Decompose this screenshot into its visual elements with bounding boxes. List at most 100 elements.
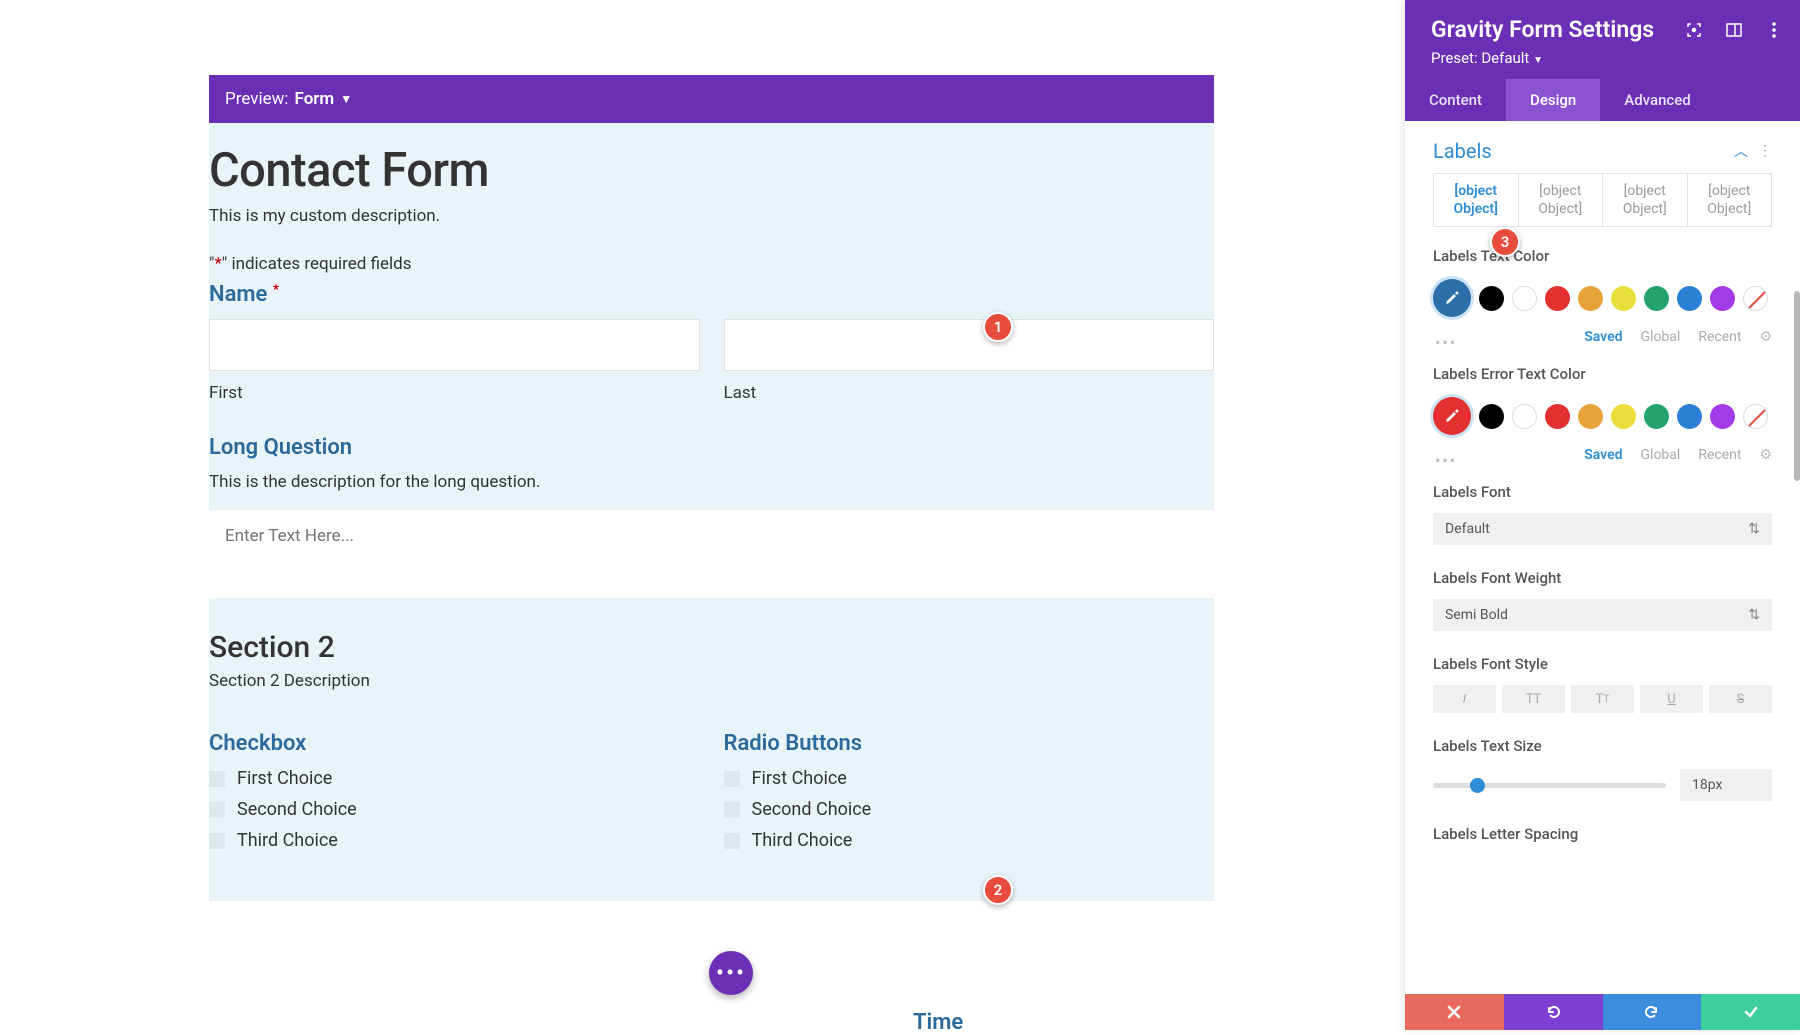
select-caret-icon: ⇅ bbox=[1748, 521, 1760, 537]
radio-item[interactable]: First Choice bbox=[724, 768, 1215, 789]
section-2-title: Section 2 bbox=[209, 630, 1214, 665]
panel-header: Gravity Form Settings Preset: Default ▼ bbox=[1405, 0, 1800, 79]
scrollbar-thumb[interactable] bbox=[1794, 291, 1800, 481]
color-swatch-green[interactable] bbox=[1644, 404, 1669, 429]
color-swatch-purple[interactable] bbox=[1710, 286, 1735, 311]
kebab-menu-icon[interactable]: ⋮ bbox=[1758, 143, 1772, 159]
tab-design[interactable]: Design bbox=[1506, 79, 1600, 121]
size-value[interactable]: 18px bbox=[1680, 769, 1772, 801]
device-tabs: [object Object] [object Object] [object … bbox=[1433, 173, 1772, 227]
save-button[interactable] bbox=[1701, 994, 1800, 1030]
color-swatch-blue[interactable] bbox=[1677, 404, 1702, 429]
device-tab-4[interactable]: [object Object] bbox=[1688, 174, 1772, 226]
style-uppercase[interactable]: TT bbox=[1502, 685, 1565, 713]
palette-saved[interactable]: Saved bbox=[1584, 329, 1622, 345]
radio-icon bbox=[724, 833, 740, 849]
color-swatch-orange[interactable] bbox=[1578, 404, 1603, 429]
checkbox-label: Checkbox bbox=[209, 731, 700, 756]
kebab-menu-icon[interactable] bbox=[1766, 22, 1782, 38]
color-swatch-yellow[interactable] bbox=[1611, 286, 1636, 311]
palette-recent[interactable]: Recent bbox=[1698, 447, 1741, 463]
color-swatch-black[interactable] bbox=[1479, 286, 1504, 311]
cancel-button[interactable] bbox=[1405, 994, 1504, 1030]
palette-global[interactable]: Global bbox=[1641, 329, 1681, 345]
gear-icon[interactable]: ⚙ bbox=[1759, 447, 1772, 463]
color-swatch-white[interactable] bbox=[1512, 404, 1537, 429]
checkbox-item[interactable]: First Choice bbox=[209, 768, 700, 789]
panel-title: Gravity Form Settings bbox=[1431, 16, 1654, 43]
preset-selector[interactable]: Preset: Default ▼ bbox=[1431, 49, 1782, 67]
tab-content[interactable]: Content bbox=[1405, 79, 1506, 121]
radio-item[interactable]: Third Choice bbox=[724, 830, 1215, 851]
checkbox-icon bbox=[209, 771, 225, 787]
color-swatch-red[interactable] bbox=[1545, 286, 1570, 311]
form-description: This is my custom description. bbox=[209, 206, 1214, 226]
labels-error-text-color-label: Labels Error Text Color bbox=[1405, 359, 1800, 389]
labels-font-style-label: Labels Font Style bbox=[1405, 649, 1800, 679]
color-swatch-green[interactable] bbox=[1644, 286, 1669, 311]
radio-label: Radio Buttons bbox=[724, 731, 1215, 756]
preview-dropdown[interactable]: Form bbox=[295, 89, 335, 109]
style-smallcaps[interactable]: TT bbox=[1571, 685, 1634, 713]
first-name-input[interactable] bbox=[209, 319, 700, 371]
callout-badge-3: 3 bbox=[1490, 227, 1520, 257]
checkbox-item[interactable]: Third Choice bbox=[209, 830, 700, 851]
color-swatch-blue[interactable] bbox=[1677, 286, 1702, 311]
long-question-label: Long Question bbox=[209, 435, 1214, 460]
preview-label: Preview: bbox=[225, 89, 289, 109]
device-tab-1[interactable]: [object Object] bbox=[1434, 174, 1519, 226]
more-swatches[interactable]: ••• bbox=[1405, 333, 1457, 352]
eyedropper-button[interactable] bbox=[1433, 279, 1471, 317]
eyedropper-button[interactable] bbox=[1433, 397, 1471, 435]
radio-icon bbox=[724, 771, 740, 787]
palette-recent[interactable]: Recent bbox=[1698, 329, 1741, 345]
redo-button[interactable] bbox=[1603, 994, 1702, 1030]
callout-badge-2: 2 bbox=[983, 875, 1013, 905]
color-swatch-red[interactable] bbox=[1545, 404, 1570, 429]
style-underline[interactable]: U bbox=[1640, 685, 1703, 713]
last-name-input[interactable] bbox=[724, 319, 1215, 371]
color-swatch-yellow[interactable] bbox=[1611, 404, 1636, 429]
fab-more[interactable]: ••• bbox=[709, 951, 753, 995]
settings-panel: Gravity Form Settings Preset: Default ▼ … bbox=[1405, 0, 1800, 1030]
radio-icon bbox=[724, 802, 740, 818]
style-italic[interactable]: I bbox=[1433, 685, 1496, 713]
required-note: "*" indicates required fields bbox=[209, 254, 1214, 274]
color-swatch-purple[interactable] bbox=[1710, 404, 1735, 429]
checkbox-icon bbox=[209, 833, 225, 849]
slider-thumb[interactable] bbox=[1470, 778, 1485, 793]
name-label: Name * bbox=[209, 282, 1214, 307]
color-swatch-orange[interactable] bbox=[1578, 286, 1603, 311]
color-swatch-none[interactable] bbox=[1743, 286, 1768, 311]
device-tab-3[interactable]: [object Object] bbox=[1603, 174, 1688, 226]
tab-advanced[interactable]: Advanced bbox=[1600, 79, 1714, 121]
font-weight-select[interactable]: Semi Bold⇅ bbox=[1433, 599, 1772, 631]
font-select[interactable]: Default⇅ bbox=[1433, 513, 1772, 545]
color-swatch-none[interactable] bbox=[1743, 404, 1768, 429]
radio-item[interactable]: Second Choice bbox=[724, 799, 1215, 820]
palette-saved[interactable]: Saved bbox=[1584, 447, 1622, 463]
section-labels[interactable]: Labels bbox=[1433, 139, 1492, 163]
checkbox-item[interactable]: Second Choice bbox=[209, 799, 700, 820]
checkbox-icon bbox=[209, 802, 225, 818]
chevron-up-icon[interactable]: ︿ bbox=[1734, 141, 1748, 161]
panel-layout-icon[interactable] bbox=[1726, 22, 1742, 38]
device-tab-2[interactable]: [object Object] bbox=[1519, 174, 1604, 226]
more-swatches[interactable]: ••• bbox=[1405, 451, 1457, 470]
labels-text-color-label: Labels Text Color bbox=[1405, 241, 1800, 271]
chevron-down-icon: ▼ bbox=[1533, 55, 1543, 66]
style-strike[interactable]: S bbox=[1709, 685, 1772, 713]
palette-global[interactable]: Global bbox=[1641, 447, 1681, 463]
chevron-down-icon[interactable]: ▼ bbox=[340, 92, 352, 106]
color-swatch-black[interactable] bbox=[1479, 404, 1504, 429]
labels-font-label: Labels Font bbox=[1405, 477, 1800, 507]
undo-button[interactable] bbox=[1504, 994, 1603, 1030]
gear-icon[interactable]: ⚙ bbox=[1759, 329, 1772, 345]
settings-tabs: Content Design Advanced bbox=[1405, 79, 1800, 121]
form-preview: Contact Form This is my custom descripti… bbox=[209, 123, 1214, 901]
size-slider[interactable] bbox=[1433, 783, 1666, 788]
long-question-textarea[interactable] bbox=[209, 510, 1214, 598]
focus-icon[interactable] bbox=[1686, 22, 1702, 38]
panel-body[interactable]: Labels ︿ ⋮ [object Object] [object Objec… bbox=[1405, 121, 1800, 994]
color-swatch-white[interactable] bbox=[1512, 286, 1537, 311]
